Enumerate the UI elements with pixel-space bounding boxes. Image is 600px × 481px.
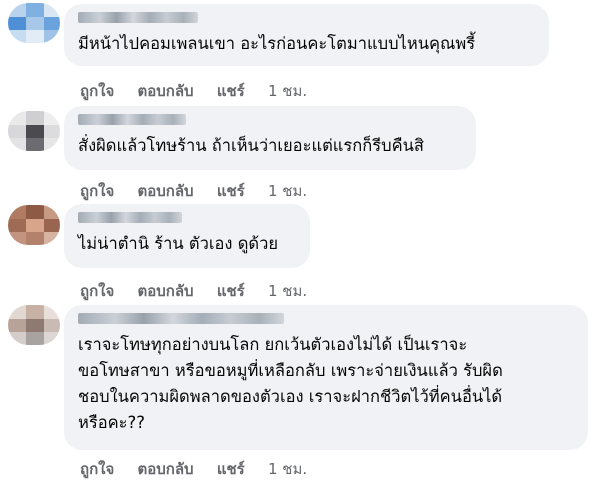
comment-bubble: มีหน้าไปคอมเพลนเขา อะไรก่อนคะโตมาแบบไหนค…	[64, 4, 549, 66]
timestamp[interactable]: 1 ชม.	[268, 79, 307, 103]
like-link[interactable]: ถูกใจ	[80, 457, 114, 481]
comment-text: ไม่น่าตำนิ ร้าน ตัวเอง ดูด้วย	[78, 234, 279, 253]
timestamp[interactable]: 1 ชม.	[268, 279, 307, 303]
comment-actions: ถูกใจ ตอบกลับ แชร์ 1 ชม.	[80, 457, 307, 481]
comment-text-line: ขอโทษสาขา หรือขอหมูที่เหลือกลับ เพราะจ่า…	[78, 361, 503, 380]
reply-link[interactable]: ตอบกลับ	[138, 457, 194, 481]
comment-text: สั่งผิดแล้วโทษร้าน ถ้าเห็นว่าเยอะแต่แรกก…	[78, 136, 425, 155]
share-link[interactable]: แชร์	[217, 179, 245, 203]
like-link[interactable]: ถูกใจ	[80, 279, 114, 303]
commenter-name-blurred[interactable]	[78, 114, 186, 125]
comment-actions: ถูกใจ ตอบกลับ แชร์ 1 ชม.	[80, 279, 307, 303]
commenter-name-blurred[interactable]	[78, 313, 284, 324]
comment-bubble: ไม่น่าตำนิ ร้าน ตัวเอง ดูด้วย	[64, 204, 310, 268]
comment-text-line: หรือคะ??	[78, 413, 146, 432]
share-link[interactable]: แชร์	[217, 279, 245, 303]
like-link[interactable]: ถูกใจ	[80, 179, 114, 203]
share-link[interactable]: แชร์	[217, 79, 245, 103]
comment-actions: ถูกใจ ตอบกลับ แชร์ 1 ชม.	[80, 79, 307, 103]
comment-bubble: สั่งผิดแล้วโทษร้าน ถ้าเห็นว่าเยอะแต่แรกก…	[64, 106, 476, 170]
reply-link[interactable]: ตอบกลับ	[138, 179, 194, 203]
comment-actions: ถูกใจ ตอบกลับ แชร์ 1 ชม.	[80, 179, 307, 203]
commenter-name-blurred[interactable]	[78, 212, 182, 223]
avatar[interactable]	[8, 3, 60, 43]
comment-text: มีหน้าไปคอมเพลนเขา อะไรก่อนคะโตมาแบบไหนค…	[78, 34, 476, 53]
reply-link[interactable]: ตอบกลับ	[138, 79, 194, 103]
commenter-name-blurred[interactable]	[78, 12, 198, 23]
timestamp[interactable]: 1 ชม.	[268, 179, 307, 203]
avatar[interactable]	[8, 205, 60, 245]
share-link[interactable]: แชร์	[217, 457, 245, 481]
reply-link[interactable]: ตอบกลับ	[138, 279, 194, 303]
comment-bubble: เราจะโทษทุกอย่างบนโลก ยกเว้นตัวเองไม่ได้…	[64, 305, 588, 450]
avatar[interactable]	[8, 305, 60, 345]
like-link[interactable]: ถูกใจ	[80, 79, 114, 103]
timestamp[interactable]: 1 ชม.	[268, 457, 307, 481]
avatar[interactable]	[8, 111, 60, 151]
comment-text-line: เราจะโทษทุกอย่างบนโลก ยกเว้นตัวเองไม่ได้…	[78, 335, 468, 354]
comment-text-line: ชอบในความผิดพลาดของตัวเอง เราจะฝากชีวิตไ…	[78, 387, 503, 406]
